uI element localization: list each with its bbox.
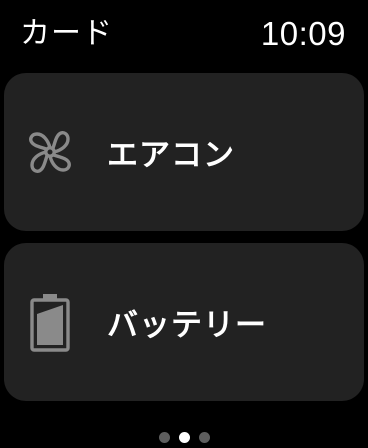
page-dot[interactable]: [198, 432, 210, 443]
battery-label: バッテリー: [107, 307, 267, 344]
clock: 10:09: [260, 15, 346, 52]
app-title: カード: [20, 16, 113, 51]
page-dot-active[interactable]: [178, 432, 190, 443]
aircon-card[interactable]: エアコン: [4, 73, 364, 231]
fan-icon: [24, 122, 76, 182]
battery-card[interactable]: バッテリー: [4, 243, 364, 401]
aircon-label: エアコン: [107, 137, 235, 174]
status-bar: カード 10:09: [0, 0, 368, 64]
page-indicator[interactable]: [0, 432, 368, 444]
page-dot[interactable]: [158, 432, 170, 443]
battery-icon: [24, 292, 76, 352]
